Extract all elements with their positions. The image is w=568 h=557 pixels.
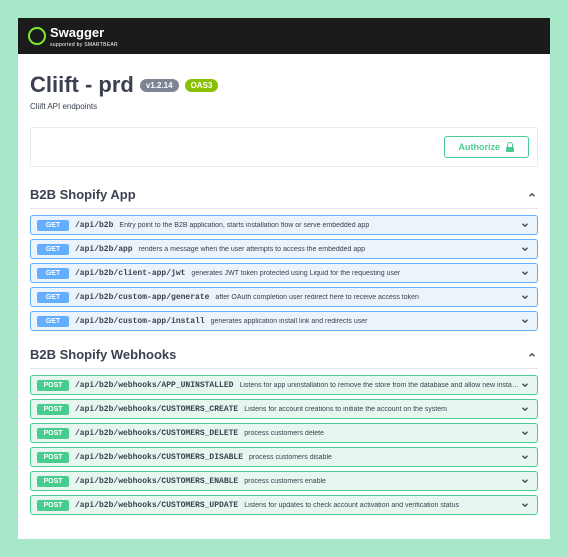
method-badge: GET <box>37 292 69 303</box>
endpoint-row[interactable]: POST /api/b2b/webhooks/CUSTOMERS_ENABLE … <box>30 471 538 491</box>
endpoint-path: /api/b2b/custom-app/install <box>75 317 205 326</box>
api-description: Cliift API endpoints <box>30 102 538 111</box>
method-badge: POST <box>37 452 69 463</box>
method-badge: POST <box>37 500 69 511</box>
endpoint-summary: Listens for app uninstallation to remove… <box>239 382 519 389</box>
method-badge: GET <box>37 244 69 255</box>
section-header[interactable]: B2B Shopify App <box>30 181 538 209</box>
section-title: B2B Shopify App <box>30 187 136 202</box>
chevron-down-icon <box>519 315 531 327</box>
method-badge: POST <box>37 428 69 439</box>
method-badge: GET <box>37 268 69 279</box>
auth-bar: Authorize <box>30 127 538 167</box>
chevron-down-icon <box>519 379 531 391</box>
endpoint-path: /api/b2b/webhooks/CUSTOMERS_CREATE <box>75 405 238 414</box>
lock-icon <box>506 142 514 152</box>
brand-name: Swagger <box>50 25 104 40</box>
chevron-down-icon <box>519 499 531 511</box>
endpoint-path: /api/b2b/webhooks/CUSTOMERS_ENABLE <box>75 477 238 486</box>
endpoint-row[interactable]: GET /api/b2b/custom-app/generate after O… <box>30 287 538 307</box>
endpoint-summary: Listens for updates to check account act… <box>244 502 519 509</box>
endpoint-summary: after OAuth completion user redirect her… <box>215 294 519 301</box>
authorize-button[interactable]: Authorize <box>444 136 530 158</box>
authorize-label: Authorize <box>459 142 501 152</box>
endpoint-path: /api/b2b/webhooks/CUSTOMERS_DELETE <box>75 429 238 438</box>
method-badge: POST <box>37 380 69 391</box>
content: Cliift - prd v1.2.14 OAS3 Cliift API end… <box>18 54 550 539</box>
chevron-down-icon <box>519 291 531 303</box>
chevron-down-icon <box>519 267 531 279</box>
endpoint-path: /api/b2b/custom-app/generate <box>75 293 209 302</box>
endpoint-path: /api/b2b/webhooks/APP_UNINSTALLED <box>75 381 233 390</box>
chevron-down-icon <box>519 475 531 487</box>
endpoint-summary: generates JWT token protected using Liqu… <box>191 270 519 277</box>
swagger-ui-container: Swagger supported by SMARTBEAR Cliift - … <box>18 18 550 539</box>
topbar: Swagger supported by SMARTBEAR <box>18 18 550 54</box>
endpoint-row[interactable]: POST /api/b2b/webhooks/APP_UNINSTALLED L… <box>30 375 538 395</box>
endpoint-list: GET /api/b2b Entry point to the B2B appl… <box>30 215 538 331</box>
endpoint-list: POST /api/b2b/webhooks/APP_UNINSTALLED L… <box>30 375 538 515</box>
endpoint-summary: renders a message when the user attempts… <box>139 246 519 253</box>
endpoint-row[interactable]: POST /api/b2b/webhooks/CUSTOMERS_DISABLE… <box>30 447 538 467</box>
chevron-down-icon <box>519 451 531 463</box>
brand-subtitle: supported by SMARTBEAR <box>50 42 118 48</box>
endpoint-summary: process customers delete <box>244 430 519 437</box>
endpoint-row[interactable]: GET /api/b2b/custom-app/install generate… <box>30 311 538 331</box>
chevron-down-icon <box>519 219 531 231</box>
endpoint-row[interactable]: GET /api/b2b Entry point to the B2B appl… <box>30 215 538 235</box>
endpoint-path: /api/b2b/client-app/jwt <box>75 269 185 278</box>
method-badge: GET <box>37 220 69 231</box>
section-title: B2B Shopify Webhooks <box>30 347 176 362</box>
swagger-icon <box>28 27 46 45</box>
chevron-up-icon <box>526 189 538 201</box>
endpoint-summary: Listens for account creations to initiat… <box>244 406 519 413</box>
endpoint-path: /api/b2b/webhooks/CUSTOMERS_UPDATE <box>75 501 238 510</box>
swagger-logo: Swagger supported by SMARTBEAR <box>28 24 118 48</box>
endpoint-row[interactable]: POST /api/b2b/webhooks/CUSTOMERS_DELETE … <box>30 423 538 443</box>
api-header: Cliift - prd v1.2.14 OAS3 <box>30 72 538 98</box>
section-header[interactable]: B2B Shopify Webhooks <box>30 341 538 369</box>
chevron-down-icon <box>519 403 531 415</box>
method-badge: POST <box>37 476 69 487</box>
chevron-down-icon <box>519 427 531 439</box>
oas-badge: OAS3 <box>185 79 219 92</box>
endpoint-summary: process customers enable <box>244 478 519 485</box>
chevron-up-icon <box>526 349 538 361</box>
endpoint-path: /api/b2b/app <box>75 245 133 254</box>
endpoint-row[interactable]: POST /api/b2b/webhooks/CUSTOMERS_UPDATE … <box>30 495 538 515</box>
method-badge: POST <box>37 404 69 415</box>
endpoint-row[interactable]: GET /api/b2b/client-app/jwt generates JW… <box>30 263 538 283</box>
version-badge: v1.2.14 <box>140 79 179 92</box>
api-title: Cliift - prd <box>30 72 134 98</box>
endpoint-path: /api/b2b/webhooks/CUSTOMERS_DISABLE <box>75 453 243 462</box>
endpoint-row[interactable]: GET /api/b2b/app renders a message when … <box>30 239 538 259</box>
endpoint-summary: process customers disable <box>249 454 519 461</box>
endpoint-path: /api/b2b <box>75 221 113 230</box>
chevron-down-icon <box>519 243 531 255</box>
endpoint-summary: Entry point to the B2B application, star… <box>119 222 519 229</box>
endpoint-row[interactable]: POST /api/b2b/webhooks/CUSTOMERS_CREATE … <box>30 399 538 419</box>
endpoint-summary: generates application install link and r… <box>211 318 519 325</box>
method-badge: GET <box>37 316 69 327</box>
